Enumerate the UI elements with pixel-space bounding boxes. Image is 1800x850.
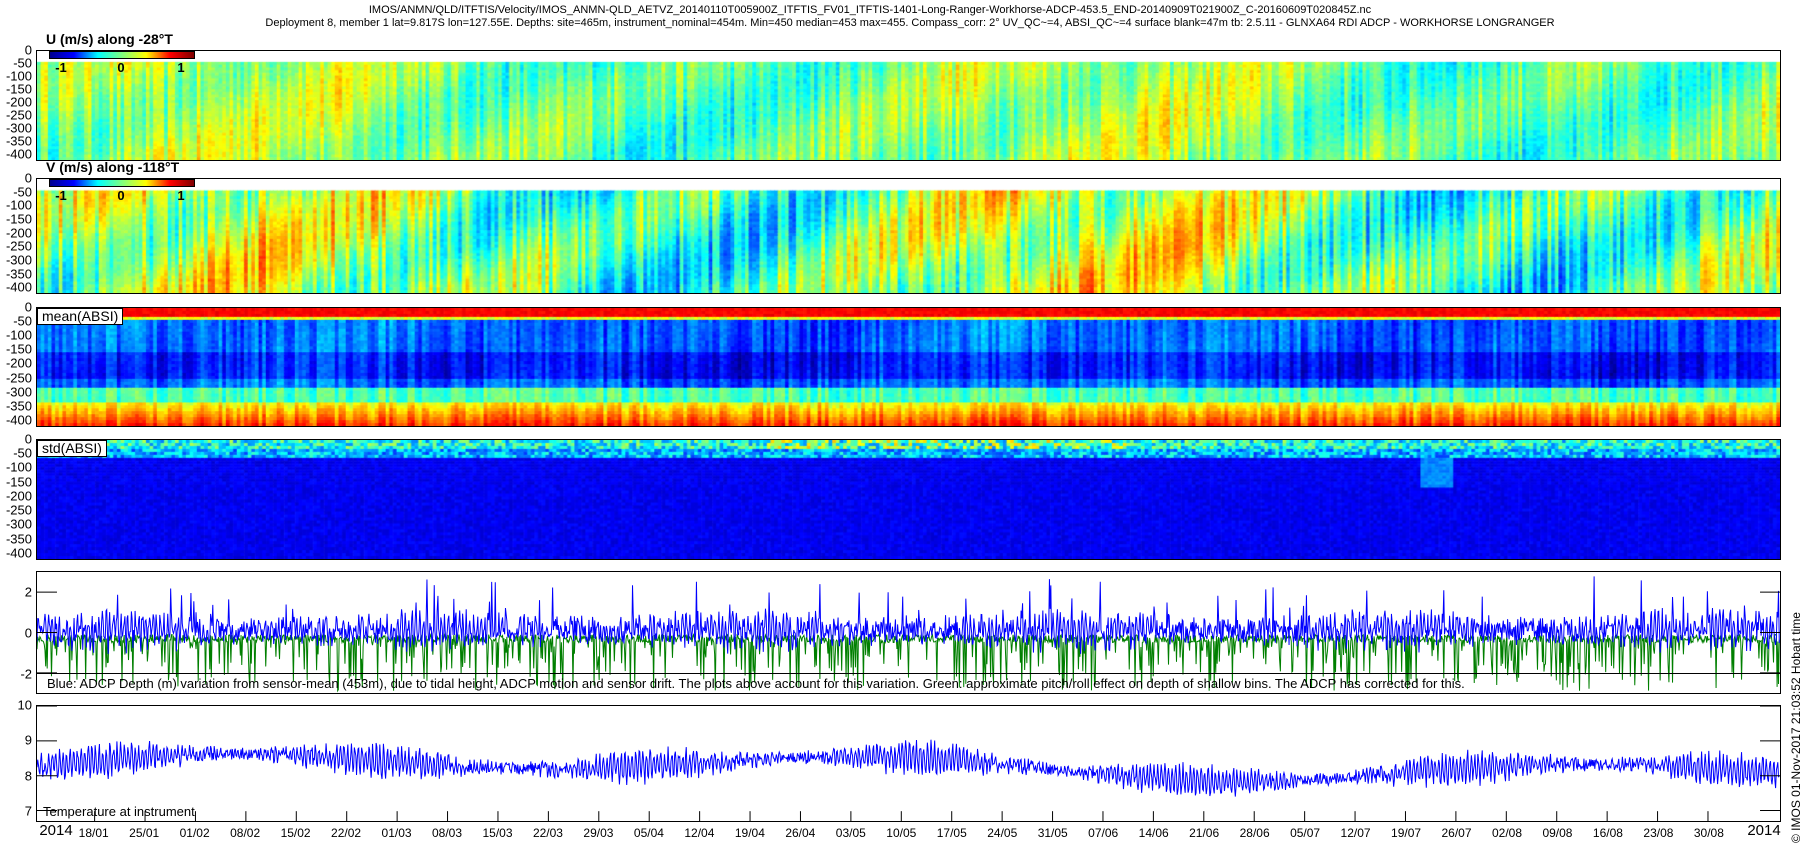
x-tick-label: 30/08 [1693, 826, 1724, 840]
y-tick-label: -250 [5, 502, 32, 518]
panel-label-4: std(ABSI) [37, 440, 107, 457]
colorbar-tick-label: -1 [55, 188, 67, 203]
x-tick-label: 08/03 [431, 826, 463, 840]
colorbar-tick-label: 1 [177, 188, 185, 203]
depth-caption: Blue: ADCP Depth (m) variation from sens… [37, 673, 1780, 693]
x-tick-label: 09/08 [1542, 826, 1573, 840]
line-plot-6 [37, 706, 1780, 821]
y-tick-label: -300 [5, 384, 32, 400]
y-tick-label: 0 [24, 299, 32, 315]
y-tick-label: -50 [13, 313, 32, 329]
panel-label-3: mean(ABSI) [37, 308, 124, 325]
chart-panel-6: Temperature at instrument [36, 705, 1781, 822]
y-tick-label: -150 [5, 474, 32, 490]
heatmap-4 [37, 440, 1780, 559]
x-tick-label: 05/07 [1290, 826, 1321, 840]
x-tick-label: 24/05 [987, 826, 1018, 840]
y-tick-label: -150 [5, 341, 32, 357]
y-tick-label: 7 [24, 803, 32, 819]
y-tick-label: -300 [5, 516, 32, 532]
x-tick-label: 26/04 [785, 826, 816, 840]
x-tick-label: 19/07 [1391, 826, 1422, 840]
x-tick-label: 14/06 [1138, 826, 1169, 840]
x-tick-label: 05/04 [633, 826, 664, 840]
panel-title-1: U (m/s) along -28°T [46, 31, 173, 47]
y-tick-label: -350 [5, 531, 32, 547]
y-tick-label: -200 [5, 355, 32, 371]
x-tick-label: 18/01 [78, 826, 109, 840]
chart-panel-5: Blue: ADCP Depth (m) variation from sens… [36, 571, 1781, 694]
x-tick-label: 16/08 [1592, 826, 1623, 840]
colorbar-1 [49, 51, 195, 59]
x-tick-label: 01/03 [381, 826, 412, 840]
x-year-label: 2014 [39, 822, 73, 839]
x-tick-label: 22/02 [331, 826, 362, 840]
y-tick-label: -100 [5, 327, 32, 343]
y-tick-label: 0 [24, 625, 32, 640]
x-tick-label: 22/03 [532, 826, 563, 840]
temperature-label: Temperature at instrument [43, 804, 195, 819]
colorbar-tick-label: 0 [117, 188, 125, 203]
x-year-label: 2014 [1747, 822, 1781, 839]
x-tick-label: 17/05 [936, 826, 967, 840]
x-tick-label: 01/02 [179, 826, 210, 840]
y-tick-label: -2 [20, 666, 32, 681]
colorbar-tick-label: 1 [177, 60, 185, 75]
y-tick-label: -350 [5, 398, 32, 414]
y-tick-label: -50 [13, 445, 32, 461]
y-tick-label: 0 [24, 431, 32, 447]
colorbar-2 [49, 179, 195, 187]
y-tick-label: -200 [5, 488, 32, 504]
figure-title-line1: IMOS/ANMN/QLD/ITFTIS/Velocity/IMOS_ANMN-… [368, 4, 1372, 16]
x-tick-label: 15/02 [280, 826, 311, 840]
x-tick-label: 25/01 [129, 826, 160, 840]
chart-panel-1 [36, 50, 1781, 161]
colorbar-tick-label: -1 [55, 60, 67, 75]
x-tick-label: 08/02 [230, 826, 261, 840]
x-tick-label: 29/03 [583, 826, 614, 840]
chart-panel-4: std(ABSI) [36, 439, 1781, 560]
x-tick-label: 23/08 [1643, 826, 1674, 840]
x-tick-label: 21/06 [1189, 826, 1220, 840]
x-tick-label: 26/07 [1441, 826, 1472, 840]
y-tick-label: 9 [24, 732, 32, 748]
y-tick-label: -400 [5, 412, 32, 428]
y-tick-label: 8 [24, 768, 32, 784]
heatmap-1 [37, 51, 1780, 160]
y-tick-label: -400 [5, 279, 32, 295]
chart-panel-2 [36, 178, 1781, 294]
x-tick-label: 31/05 [1037, 826, 1068, 840]
x-tick-label: 15/03 [482, 826, 513, 840]
figure-title-line2: Deployment 8, member 1 lat=9.817S lon=12… [265, 17, 1555, 29]
x-tick-label: 19/04 [734, 826, 765, 840]
panel-title-2: V (m/s) along -118°T [46, 159, 180, 175]
x-tick-label: 07/06 [1088, 826, 1119, 840]
y-tick-label: 10 [17, 697, 32, 713]
x-tick-label: 10/05 [886, 826, 917, 840]
y-tick-label: -400 [5, 146, 32, 162]
x-tick-label: 12/04 [684, 826, 715, 840]
heatmap-2 [37, 179, 1780, 293]
x-tick-label: 03/05 [835, 826, 866, 840]
series-line-blue [37, 739, 1780, 797]
copyright-timestamp: © IMOS 01-Nov-2017 21:03:52 Hobart time [1789, 612, 1800, 843]
y-tick-label: 2 [24, 584, 32, 599]
x-tick-label: 28/06 [1239, 826, 1270, 840]
x-tick-label: 12/07 [1340, 826, 1371, 840]
y-tick-label: -400 [5, 545, 32, 561]
heatmap-3 [37, 308, 1780, 426]
colorbar-tick-label: 0 [117, 60, 125, 75]
y-tick-label: -100 [5, 459, 32, 475]
x-tick-label: 02/08 [1491, 826, 1522, 840]
y-tick-label: -250 [5, 370, 32, 386]
chart-panel-3: mean(ABSI) [36, 307, 1781, 427]
